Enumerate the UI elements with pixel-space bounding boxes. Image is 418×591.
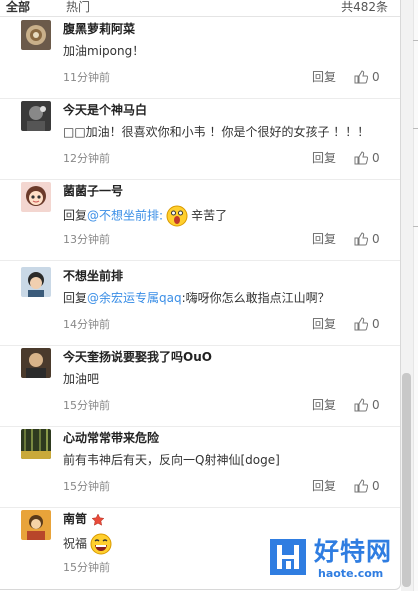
avatar[interactable] [21, 20, 51, 50]
like-count: 0 [372, 232, 380, 246]
thumbs-up-icon [354, 151, 368, 165]
comment-text: 回复@不想坐前排: 辛苦了 [63, 205, 227, 227]
like-count: 0 [372, 70, 380, 84]
thumbs-up-icon [354, 398, 368, 412]
reply-button[interactable]: 回复 [312, 478, 336, 494]
comments-header: 全部 热门 共482条 [0, 0, 400, 17]
comment-time: 14分钟前 [63, 318, 110, 331]
like-button[interactable]: 0 [354, 231, 380, 247]
username[interactable]: 心动常常带来危险 [63, 430, 159, 446]
edge-divider [413, 40, 418, 41]
comment-time: 15分钟前 [63, 561, 110, 574]
comment-text: 祝福 [63, 533, 115, 555]
avatar[interactable] [21, 429, 51, 459]
edge-divider [413, 226, 418, 227]
reply-button[interactable]: 回复 [312, 397, 336, 413]
comment-count: 共482条 [341, 0, 388, 14]
avatar[interactable] [21, 182, 51, 212]
comment-text: 前有韦神后有天，反向一Q射神仙[doge] [63, 453, 280, 467]
thumbs-up-icon [354, 479, 368, 493]
reply-prefix: 回复 [63, 208, 88, 223]
like-count: 0 [372, 151, 380, 165]
username[interactable]: 菌菌子一号 [63, 183, 123, 199]
comment-item: 腹黑萝莉阿菜 加油mipong！ 11分钟前 回复 0 [0, 18, 400, 99]
comment-time: 13分钟前 [63, 233, 110, 246]
like-button[interactable]: 0 [354, 69, 380, 85]
like-count: 0 [372, 479, 380, 493]
reply-button[interactable]: 回复 [312, 69, 336, 85]
watermark: 好特网 haote.com [268, 537, 400, 587]
comment-text: 加油吧 [63, 372, 100, 386]
comment-item: 菌菌子一号 回复@不想坐前排: 辛苦了 13分钟前 回复 0 [0, 180, 400, 261]
comment-time: 15分钟前 [63, 480, 110, 493]
tab-hot[interactable]: 热门 [66, 0, 90, 15]
tab-all[interactable]: 全部 [6, 0, 30, 15]
laughing-emoji-icon [90, 533, 112, 555]
watermark-title: 好特网 [314, 537, 393, 566]
like-count: 0 [372, 317, 380, 331]
comment-time: 12分钟前 [63, 152, 110, 165]
comment-text: □□加油！很喜欢你和小韦 ！你是个很好的女孩子 ！！！ [63, 125, 370, 139]
thumbs-up-icon [354, 317, 368, 331]
username[interactable]: 南笥 [63, 511, 105, 527]
avatar[interactable] [21, 348, 51, 378]
reply-text: :嗨呀你怎么敢指点江山啊？ [181, 291, 330, 305]
watermark-url: haote.com [318, 567, 384, 580]
comment-text: 加油mipong！ [63, 44, 145, 58]
username[interactable]: 不想坐前排 [63, 268, 123, 284]
star-badge-icon [91, 512, 105, 526]
reply-button[interactable]: 回复 [312, 150, 336, 166]
comments-panel: 全部 热门 共482条 腹黑萝莉阿菜 加油mipong！ 11分钟前 回复 0 … [0, 0, 401, 590]
scrollbar-thumb[interactable] [402, 373, 411, 587]
edge-divider [413, 128, 418, 129]
shocked-emoji-icon [166, 205, 188, 227]
reply-button[interactable]: 回复 [312, 316, 336, 332]
comment-time: 15分钟前 [63, 399, 110, 412]
mention-link[interactable]: @余宏运专属qaq [87, 291, 182, 305]
like-button[interactable]: 0 [354, 316, 380, 332]
comment-item: 不想坐前排 回复@余宏运专属qaq:嗨呀你怎么敢指点江山啊？ 14分钟前 回复 … [0, 265, 400, 346]
comment-text: 回复@余宏运专属qaq:嗨呀你怎么敢指点江山啊？ [63, 290, 330, 306]
reply-button[interactable]: 回复 [312, 231, 336, 247]
mention-link[interactable]: @不想坐前排: [87, 209, 163, 223]
reply-prefix: 回复 [63, 291, 88, 305]
username[interactable]: 今天奎扬说要娶我了吗OuO [63, 349, 212, 365]
thumbs-up-icon [354, 232, 368, 246]
side-edge [413, 0, 418, 591]
like-button[interactable]: 0 [354, 478, 380, 494]
reply-text: 辛苦了 [191, 208, 228, 223]
username[interactable]: 腹黑萝莉阿菜 [63, 21, 135, 37]
avatar[interactable] [21, 267, 51, 297]
comment-item: 今天奎扬说要娶我了吗OuO 加油吧 15分钟前 回复 0 [0, 346, 400, 427]
avatar[interactable] [21, 510, 51, 540]
comment-time: 11分钟前 [63, 71, 110, 84]
watermark-logo-icon [270, 539, 306, 575]
username[interactable]: 今天是个神马白 [63, 102, 147, 118]
like-button[interactable]: 0 [354, 397, 380, 413]
comment-item: 心动常常带来危险 前有韦神后有天，反向一Q射神仙[doge] 15分钟前 回复 … [0, 427, 400, 508]
like-button[interactable]: 0 [354, 150, 380, 166]
comment-item: 今天是个神马白 □□加油！很喜欢你和小韦 ！你是个很好的女孩子 ！！！ 12分钟… [0, 99, 400, 180]
like-count: 0 [372, 398, 380, 412]
avatar[interactable] [21, 101, 51, 131]
thumbs-up-icon [354, 70, 368, 84]
